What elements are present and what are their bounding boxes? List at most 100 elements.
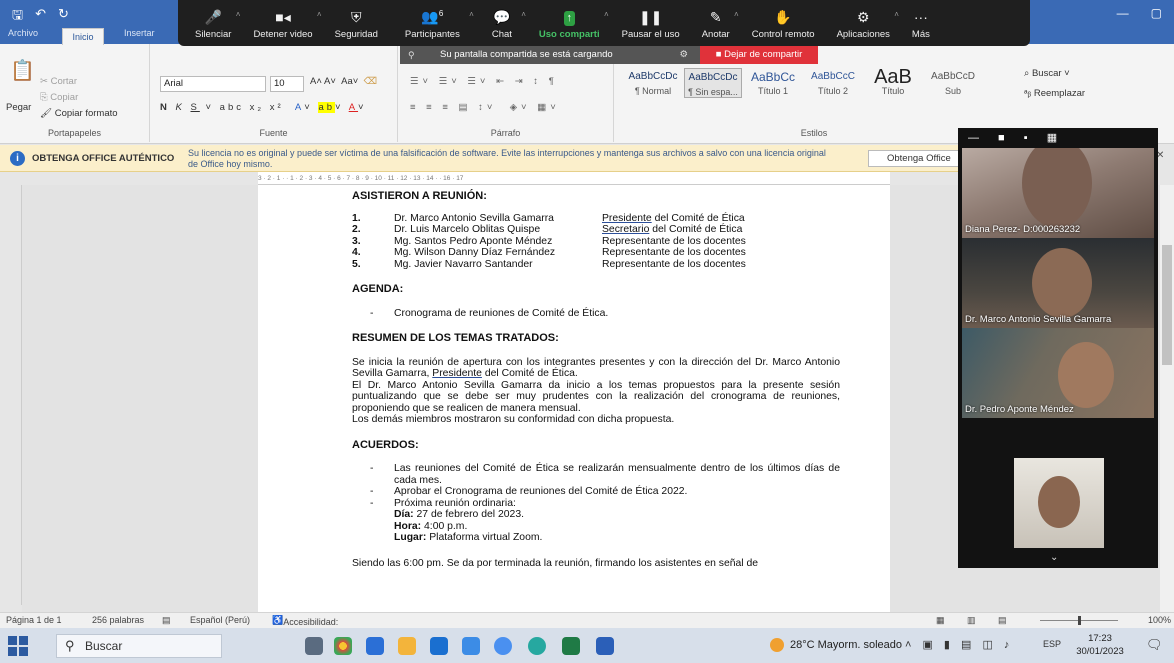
font-name-input[interactable]: Arial bbox=[160, 76, 266, 92]
windows-start-icon[interactable] bbox=[8, 636, 28, 656]
paragraph-group-label: Párrafo bbox=[490, 128, 521, 138]
summary-text: Se inicia la reunión de apertura con los… bbox=[352, 356, 840, 380]
pause-share-button[interactable]: ❚❚ Pausar el uso bbox=[611, 0, 691, 40]
horizontal-ruler[interactable]: 3 · 2 · 1 · · 1 · 2 · 3 · 4 · 5 · 6 · 7 … bbox=[258, 172, 890, 185]
more-button[interactable]: ··· Más bbox=[901, 0, 941, 40]
chat-button[interactable]: 💬 Chat ˄ bbox=[476, 0, 528, 40]
store-icon[interactable] bbox=[462, 637, 480, 655]
accessibility-status[interactable]: ♿ Accesibilidad: es necesario investigar bbox=[272, 615, 338, 647]
copy-button[interactable]: ⎘ Copiar bbox=[40, 92, 78, 103]
scrollbar-thumb[interactable] bbox=[1162, 245, 1172, 365]
vertical-scrollbar[interactable] bbox=[1160, 185, 1174, 612]
file-explorer-icon[interactable] bbox=[398, 637, 416, 655]
mute-button[interactable]: 🎤 Silenciar ˄ bbox=[184, 0, 242, 40]
remote-control-button[interactable]: ✋ Control remoto bbox=[741, 0, 826, 40]
taskbar-search[interactable]: ⚲ Buscar bbox=[56, 634, 222, 658]
word-icon[interactable] bbox=[596, 637, 614, 655]
chevron-up-icon[interactable]: ˄ bbox=[317, 10, 322, 19]
document-page[interactable]: ASISTIERON A REUNIÓN: 1. Dr. Marco Antoni… bbox=[258, 185, 890, 612]
style-name: Título 2 bbox=[817, 86, 848, 96]
participants-glyph: 👥 bbox=[421, 9, 439, 25]
style-heading-1[interactable]: AaBbCc Título 1 bbox=[744, 68, 802, 96]
redo-icon[interactable]: ↻ bbox=[58, 6, 69, 28]
page-count[interactable]: Página 1 de 1 bbox=[6, 615, 62, 625]
weather-text[interactable]: 28°C Mayorm. soleado bbox=[790, 639, 902, 651]
gear-icon[interactable]: ⚙ bbox=[679, 46, 688, 64]
proofing-icon[interactable]: ▤ bbox=[162, 615, 171, 626]
day-value: 27 de febrero del 2023. bbox=[413, 509, 524, 520]
vertical-ruler[interactable] bbox=[10, 185, 22, 605]
role-rest: del Comité de Ética bbox=[651, 212, 745, 224]
task-view-icon[interactable] bbox=[305, 637, 323, 655]
share-screen-icon: ↑ bbox=[563, 11, 576, 26]
video-tile[interactable]: Diana Perez- D:000263232 bbox=[962, 148, 1154, 238]
paste-icon[interactable]: 📋 bbox=[10, 58, 35, 83]
zoom-slider-handle[interactable] bbox=[1078, 616, 1081, 625]
video-tile[interactable]: Dr. Marco Antonio Sevilla Gamarra bbox=[962, 238, 1154, 328]
chrome-icon[interactable] bbox=[334, 637, 352, 655]
undo-icon[interactable]: ↶ bbox=[35, 6, 46, 28]
agreements-heading: ACUERDOS: bbox=[352, 439, 840, 452]
cut-button[interactable]: ✂ Cortar bbox=[40, 76, 77, 87]
view-buttons[interactable]: ▦ ▥ ▤ bbox=[936, 615, 1017, 626]
participants-button[interactable]: 👥6 Participantes ˄ bbox=[389, 0, 476, 40]
stop-share-button[interactable]: ■ Dejar de compartir bbox=[700, 46, 818, 64]
notification-icon[interactable]: 🗨 bbox=[1146, 637, 1163, 653]
chevron-up-icon[interactable]: ˄ bbox=[894, 10, 899, 19]
replace-button[interactable]: ᵃᵦ Reemplazar bbox=[1024, 88, 1085, 99]
tab-inicio[interactable]: Inicio bbox=[62, 28, 104, 45]
place-value: Plataforma virtual Zoom. bbox=[426, 532, 543, 543]
tab-insertar[interactable]: Insertar bbox=[124, 28, 155, 38]
style-subtitle[interactable]: AaBbCcD Sub bbox=[924, 68, 982, 96]
chevron-up-icon[interactable]: ˄ bbox=[469, 10, 474, 19]
chevron-up-icon[interactable]: ˄ bbox=[734, 10, 739, 19]
minimize-icon[interactable]: — bbox=[1117, 6, 1129, 20]
chevron-up-icon[interactable]: ˄ bbox=[236, 10, 241, 19]
security-button[interactable]: ⛨ Seguridad bbox=[324, 0, 389, 40]
microphone-icon: 🎤 bbox=[204, 9, 222, 25]
stop-video-button[interactable]: ■◂ Detener video ˄ bbox=[242, 0, 323, 40]
chevron-up-icon[interactable]: ˄ bbox=[604, 10, 609, 19]
video-view-controls[interactable]: — ■ ▪ ▦ bbox=[958, 128, 1158, 148]
font-size-input[interactable]: 10 bbox=[270, 76, 304, 92]
zoom-app-icon[interactable] bbox=[494, 637, 512, 655]
style-no-spacing[interactable]: AaBbCcDc ¶ Sin espa... bbox=[684, 68, 742, 98]
zoom-level[interactable]: 100% bbox=[1148, 615, 1171, 625]
language-indicator[interactable]: Español (Perú) bbox=[190, 615, 250, 625]
agreement-item: - Aprobar el Cronograma de reuniones del … bbox=[370, 486, 840, 498]
paste-button[interactable]: Pegar bbox=[6, 102, 31, 113]
apps-button[interactable]: ⚙ Aplicaciones ˄ bbox=[826, 0, 901, 40]
font-format-buttons[interactable]: N K S ˅ abc x₂ x² A˅ ab˅ A˅ bbox=[160, 102, 367, 113]
format-painter-button[interactable]: 🖌 Copiar formato bbox=[40, 108, 118, 119]
next-meeting-time: Hora: 4:00 p.m. bbox=[394, 521, 840, 533]
style-sample: AaBbCc bbox=[750, 70, 796, 84]
style-sample: AaBbCcD bbox=[931, 71, 975, 82]
tab-archivo[interactable]: Archivo bbox=[8, 28, 38, 38]
style-heading-2[interactable]: AaBbCcC Título 2 bbox=[804, 68, 862, 96]
style-normal[interactable]: AaBbCcDc ¶ Normal bbox=[624, 68, 682, 96]
edge-icon[interactable] bbox=[528, 637, 546, 655]
system-tray-icons[interactable]: ˄ ▣ ▮ ▤ ◫ ♪ bbox=[905, 638, 1013, 651]
grow-shrink-font[interactable]: A˄ A˅ Aa˅ ⌫ bbox=[310, 76, 377, 87]
mail-icon[interactable] bbox=[430, 637, 448, 655]
input-language[interactable]: ESP bbox=[1043, 639, 1061, 649]
chevron-down-icon[interactable]: ⌄ bbox=[1050, 552, 1058, 563]
taskbar-clock[interactable]: 17:23 30/01/2023 bbox=[1070, 632, 1130, 658]
chevron-up-icon[interactable]: ˄ bbox=[521, 10, 526, 19]
taskbar-app-icon[interactable] bbox=[366, 637, 384, 655]
save-icon[interactable]: 🖫 bbox=[12, 6, 23, 28]
word-count[interactable]: 256 palabras bbox=[92, 615, 144, 625]
weather-icon[interactable] bbox=[770, 638, 784, 652]
style-title[interactable]: AaB Título bbox=[864, 67, 922, 96]
maximize-icon[interactable]: ▢ bbox=[1151, 6, 1162, 20]
pin-icon[interactable]: ⚲ bbox=[408, 46, 415, 64]
find-button[interactable]: ⌕ Buscar ˅ bbox=[1024, 68, 1070, 79]
video-tile[interactable] bbox=[1014, 458, 1104, 548]
share-screen-button[interactable]: ↑ Uso comparti ˄ bbox=[528, 0, 611, 40]
alignment-buttons[interactable]: ≡ ≡ ≡ ▤ ↕˅ ◈˅ ▦˅ bbox=[410, 102, 560, 113]
list-buttons[interactable]: ☰˅ ☰˅ ☰˅ ⇤ ⇥ ↕ ¶ bbox=[410, 76, 558, 87]
excel-icon[interactable] bbox=[562, 637, 580, 655]
get-office-button[interactable]: Obtenga Office bbox=[868, 150, 960, 167]
annotate-button[interactable]: ✎ Anotar ˄ bbox=[691, 0, 741, 40]
video-tile[interactable]: Dr. Pedro Aponte Méndez bbox=[962, 328, 1154, 418]
